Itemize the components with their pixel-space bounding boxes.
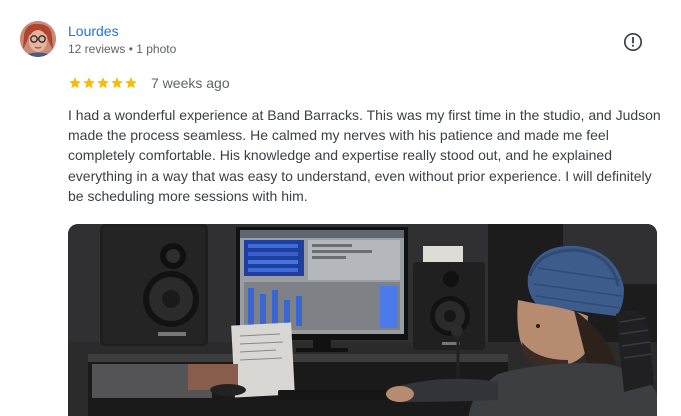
star-icon [68, 76, 82, 90]
reviewer-stats[interactable]: 12 reviews • 1 photo [68, 42, 176, 56]
star-rating [68, 76, 138, 90]
review-photo[interactable] [68, 224, 657, 416]
star-icon [124, 76, 138, 90]
rating-row: 7 weeks ago [68, 75, 230, 91]
review-date: 7 weeks ago [151, 75, 230, 91]
reviewer-avatar[interactable] [20, 21, 56, 57]
star-icon [110, 76, 124, 90]
review-text: I had a wonderful experience at Band Bar… [68, 107, 661, 204]
reviewer-name[interactable]: Lourdes [68, 23, 119, 39]
star-icon [82, 76, 96, 90]
report-flag-icon[interactable] [623, 32, 643, 52]
star-icon [96, 76, 110, 90]
